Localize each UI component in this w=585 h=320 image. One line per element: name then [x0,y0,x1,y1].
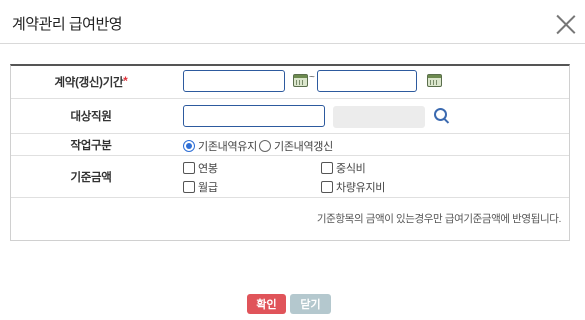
work-type-update-radio[interactable]: 기존내역갱신 [259,138,333,154]
employee-label: 대상직원 [70,111,112,123]
vehicle-allowance-checkbox[interactable]: 차량유지비 [321,179,385,195]
radio-selected[interactable] [183,140,195,152]
search-icon[interactable] [434,108,450,124]
close-button[interactable]: 닫기 [290,294,331,314]
monthly-salary-checkbox[interactable]: 월급 [183,179,218,195]
checkbox[interactable] [321,162,333,174]
period-end-input[interactable] [317,70,417,92]
calendar-icon[interactable] [427,74,442,87]
checkbox[interactable] [321,181,333,193]
checkbox[interactable] [183,181,195,193]
work-type-row: 작업구분 기존내역유지 기존내역갱신 [11,134,569,156]
confirm-button[interactable]: 확인 [247,294,286,314]
dialog-header: 계약관리 급여반영 [0,0,585,44]
employee-name-field [333,106,425,128]
period-start-input[interactable] [183,70,285,92]
note-row: 기준항목의 금액이 있는경우만 급여기준금액에 반영됩니다. [11,198,569,241]
employee-row: 대상직원 [11,99,569,134]
annual-salary-checkbox[interactable]: 연봉 [183,160,218,176]
period-label: 계약(갱신)기간 * [54,76,128,89]
base-amount-row: 기준금액 연봉 중식비 월급 차량유지비 [11,156,569,198]
period-row: 계약(갱신)기간 * ~ [11,66,569,99]
close-icon[interactable] [556,14,576,34]
base-amount-note: 기준항목의 금액이 있는경우만 급여기준금액에 반영됩니다. [316,213,561,225]
work-type-keep-radio[interactable]: 기존내역유지 [183,138,257,154]
radio-unselected[interactable] [259,140,271,152]
contract-form: 계약(갱신)기간 * ~ 대상직원 작업구분 기존내역유지 기존내역갱신 기준금액… [10,64,570,241]
meal-allowance-checkbox[interactable]: 중식비 [321,160,366,176]
calendar-icon[interactable] [293,74,308,87]
checkbox[interactable] [183,162,195,174]
dialog-title: 계약관리 급여반영 [12,16,123,33]
employee-input[interactable] [183,105,325,127]
required-mark: * [123,76,128,88]
work-type-label: 작업구분 [70,139,112,152]
period-separator: ~ [309,72,315,83]
base-amount-label: 기준금액 [70,171,112,184]
